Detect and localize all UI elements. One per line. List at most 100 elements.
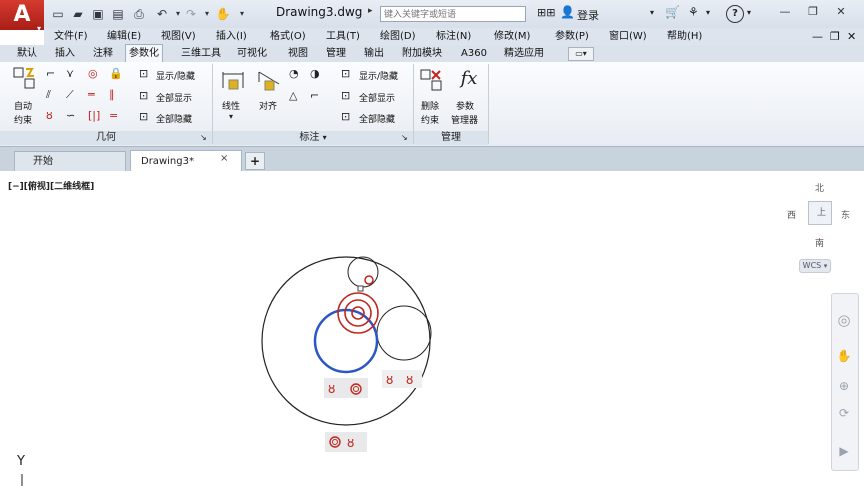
constraint-bar-3[interactable]: ȣ	[325, 432, 367, 452]
collinear-icon[interactable]: ⋎	[66, 67, 74, 81]
login-label[interactable]: 登录	[577, 7, 599, 23]
small-top-circle[interactable]	[347, 256, 379, 288]
tab-annotate[interactable]: 注释	[90, 45, 116, 62]
dim-show-hide-icon[interactable]: ⊡	[341, 67, 350, 81]
ribbon-options-icon[interactable]: ▭▾	[568, 47, 594, 61]
tab-a360[interactable]: A360	[458, 45, 490, 62]
tangent-point-marker[interactable]	[364, 275, 374, 285]
pan-hand-icon[interactable]: ✋	[215, 6, 231, 22]
menu-dimension[interactable]: 标注(N)	[436, 28, 471, 45]
geometry-hide-all-label[interactable]: 全部隐藏	[156, 112, 192, 125]
steering-wheel-icon[interactable]: ◎	[836, 312, 852, 328]
perpendicular-icon[interactable]: ⟋	[66, 88, 74, 102]
horizontal-icon[interactable]: ═	[88, 88, 95, 102]
tangent-icon[interactable]: ȣ	[46, 109, 53, 123]
redo-icon[interactable]: ↷	[183, 6, 199, 22]
parallel-icon[interactable]: ⫽	[46, 88, 51, 102]
showmotion-icon[interactable]: ▶	[836, 443, 852, 459]
parameters-manager-label-2[interactable]: 管理器	[451, 113, 478, 126]
menu-tools[interactable]: 工具(T)	[326, 28, 360, 45]
chevron-down-icon[interactable]: ▾	[323, 133, 327, 142]
fix-lock-icon[interactable]: 🔒	[109, 67, 123, 81]
dim-panel-launcher-icon[interactable]: ↘	[401, 133, 408, 142]
menu-edit[interactable]: 编辑(E)	[107, 28, 141, 45]
cart-icon[interactable]: 🛒	[665, 5, 680, 19]
print-icon[interactable]: ⎙	[131, 6, 147, 22]
auto-constrain-label-2[interactable]: 约束	[14, 113, 32, 126]
parameters-manager-label-1[interactable]: 参数	[456, 99, 474, 112]
geometry-show-all-label[interactable]: 全部显示	[156, 91, 192, 104]
menu-draw[interactable]: 绘图(D)	[380, 28, 416, 45]
user-icon[interactable]: 👤	[560, 5, 575, 19]
smooth-icon[interactable]: ∽	[66, 109, 75, 123]
geometry-show-hide-label[interactable]: 显示/隐藏	[156, 69, 195, 82]
zoom-extents-icon[interactable]: ⊕	[836, 378, 852, 394]
viewcube-south[interactable]: 南	[815, 236, 824, 249]
delete-constraints-label-2[interactable]: 约束	[421, 113, 439, 126]
panel-launcher-icon[interactable]: ↘	[200, 133, 207, 142]
tab-addins[interactable]: 附加模块	[399, 45, 445, 62]
menu-restore-icon[interactable]: ❐	[830, 28, 840, 45]
tab-default[interactable]: 默认	[14, 45, 40, 62]
binoculars-icon[interactable]: ⊞⊞	[537, 6, 555, 19]
aligned-label[interactable]: 对齐	[259, 99, 277, 112]
show-hide-icon[interactable]: ⊡	[139, 67, 148, 81]
close-tab-icon[interactable]: ×	[220, 153, 228, 164]
dim-show-all-icon[interactable]: ⊡	[341, 89, 350, 103]
coincident-icon[interactable]: ⌐	[46, 67, 55, 81]
tab-parametric[interactable]: 参数化	[125, 44, 163, 63]
menu-modify[interactable]: 修改(M)	[494, 28, 530, 45]
pan-hand-icon[interactable]: ✋	[836, 348, 852, 364]
delete-constraints-icon[interactable]	[419, 68, 445, 94]
orbit-icon[interactable]: ⟳	[836, 405, 852, 421]
minimize-icon[interactable]: —	[774, 3, 796, 21]
close-icon[interactable]: ✕	[830, 3, 852, 21]
symmetric-icon[interactable]: [|]	[88, 109, 100, 123]
application-menu-button[interactable]: A ▾	[0, 0, 44, 33]
menu-minimize-icon[interactable]: —	[812, 28, 823, 45]
dim-hide-all-icon[interactable]: ⊡	[341, 110, 350, 124]
menu-view[interactable]: 视图(V)	[161, 28, 196, 45]
dim-hide-all-label[interactable]: 全部隐藏	[359, 112, 395, 125]
show-all-icon[interactable]: ⊡	[139, 89, 148, 103]
redo-dropdown-icon[interactable]: ▾	[199, 6, 215, 22]
tab-visualize[interactable]: 可视化	[234, 45, 270, 62]
tab-output[interactable]: 输出	[361, 45, 387, 62]
undo-icon[interactable]: ↶	[154, 6, 170, 22]
menu-window[interactable]: 窗口(W)	[609, 28, 647, 45]
linear-label[interactable]: 线性	[222, 99, 240, 112]
auto-constrain-label-1[interactable]: 自动	[14, 99, 32, 112]
menu-insert[interactable]: 插入(I)	[216, 28, 247, 45]
equal-icon[interactable]: =	[109, 109, 118, 123]
outer-circle[interactable]	[261, 256, 431, 426]
viewcube-west[interactable]: 西	[787, 208, 796, 221]
open-folder-icon[interactable]: ▰	[70, 6, 86, 22]
linear-dropdown-icon[interactable]: ▾	[229, 112, 233, 121]
customize-dropdown-icon[interactable]: ▾	[234, 6, 250, 22]
radius-lock-icon[interactable]: ◔	[289, 67, 299, 81]
constraint-bar-1[interactable]: ȣ	[324, 378, 368, 398]
exchange-icon[interactable]: ⚘	[688, 5, 699, 19]
search-input[interactable]	[380, 6, 526, 22]
menu-close-icon[interactable]: ✕	[847, 28, 856, 45]
right-circle[interactable]	[376, 305, 432, 361]
aligned-lock-icon[interactable]	[256, 68, 282, 94]
dim-show-all-label[interactable]: 全部显示	[359, 91, 395, 104]
new-file-icon[interactable]: ▭	[50, 6, 66, 22]
new-tab-button[interactable]: +	[245, 152, 265, 170]
menu-format[interactable]: 格式(O)	[270, 28, 306, 45]
linear-lock-icon[interactable]	[220, 68, 246, 94]
search-expand-icon[interactable]: ▸	[368, 6, 378, 22]
fx-icon[interactable]: fx	[456, 68, 482, 94]
tab-manage[interactable]: 管理	[323, 45, 349, 62]
restore-icon[interactable]: ❐	[802, 3, 824, 21]
tab-featured-apps[interactable]: 精选应用	[501, 45, 547, 62]
auto-constrain-icon[interactable]	[12, 66, 38, 92]
viewcube-east[interactable]: 东	[841, 208, 850, 221]
tab-insert[interactable]: 插入	[52, 45, 78, 62]
hide-all-icon[interactable]: ⊡	[139, 110, 148, 124]
tab-view[interactable]: 视图	[285, 45, 311, 62]
menu-parametric[interactable]: 参数(P)	[555, 28, 589, 45]
wcs-menu-button[interactable]: WCS ▾	[799, 259, 831, 273]
menu-help[interactable]: 帮助(H)	[667, 28, 702, 45]
